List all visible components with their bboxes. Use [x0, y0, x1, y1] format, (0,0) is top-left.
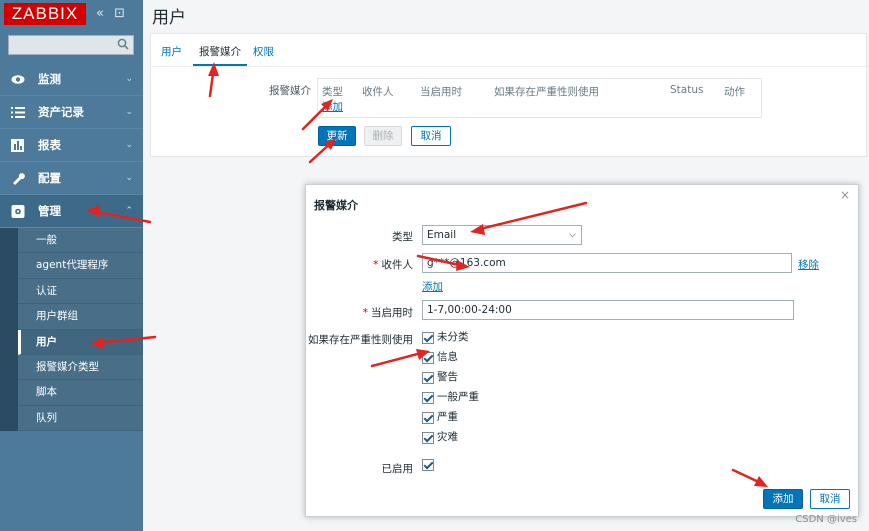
checkbox-checked[interactable]: [422, 371, 434, 384]
submenu-users[interactable]: 用户: [18, 329, 143, 355]
watermark: CSDN @ives: [795, 514, 857, 525]
severity-not-classified[interactable]: 未分类: [422, 331, 469, 345]
add-media-link[interactable]: 添加: [322, 99, 343, 114]
tab-media[interactable]: 报警媒介: [193, 44, 247, 66]
submenu-proxies[interactable]: agent代理程序: [18, 253, 143, 279]
chevron-down-icon: ⌄: [125, 140, 133, 150]
submenu-user-groups[interactable]: 用户群组: [18, 304, 143, 330]
checkbox-checked[interactable]: [422, 391, 434, 404]
logo-row: ZABBIX « ⊡: [0, 0, 143, 28]
list-icon: [11, 107, 25, 118]
media-table: 类型 收件人 当启用时 如果存在严重性则使用 Status 动作 添加: [317, 78, 762, 118]
when-active-input[interactable]: 1-7,00:00-24:00: [422, 300, 794, 320]
nav-label: 报表: [38, 138, 61, 152]
sidebar-controls: « ⊡: [96, 6, 131, 21]
nav-label: 监测: [38, 72, 61, 86]
column-header: Status: [670, 84, 704, 96]
submenu-general[interactable]: 一般: [18, 228, 143, 254]
severity-average[interactable]: 一般严重: [422, 391, 479, 405]
column-header: 类型: [322, 86, 343, 98]
nav-administration[interactable]: 管理 ⌃: [0, 195, 143, 228]
chevron-down-icon: ⌄: [125, 173, 133, 183]
checkbox-checked[interactable]: [422, 331, 434, 344]
submenu-authentication[interactable]: 认证: [18, 278, 143, 305]
tab-divider: [151, 66, 868, 67]
admin-submenu: 一般 agent代理程序 认证 用户群组 用户 报警媒介类型 脚本 队列: [0, 228, 143, 432]
main-nav: 监测 ⌄ 资产记录 ⌄ 报表 ⌄ 配置 ⌄ 管理 ⌃ 一般 agent代理程序 …: [0, 63, 143, 432]
bar-chart-icon: [11, 139, 24, 152]
nav-monitoring[interactable]: 监测 ⌄: [0, 63, 143, 96]
column-header: 如果存在严重性则使用: [494, 86, 599, 98]
when-active-label: * 当启用时: [362, 307, 413, 319]
page-title: 用户: [152, 8, 186, 28]
column-header: 当启用时: [420, 86, 462, 98]
dialog-cancel-button[interactable]: 取消: [810, 489, 850, 509]
dialog-title: 报警媒介: [314, 199, 358, 212]
checkbox-checked[interactable]: [422, 431, 434, 444]
close-icon[interactable]: ×: [840, 188, 850, 202]
update-button[interactable]: 更新: [318, 126, 356, 146]
type-label: 类型: [392, 231, 413, 243]
type-select[interactable]: Email ⌵: [422, 225, 582, 245]
collapse-sidebar-icon[interactable]: «: [96, 6, 104, 21]
chevron-down-icon: ⌵: [569, 230, 576, 240]
media-dialog: 报警媒介 × 类型 Email ⌵ * 收件人 g***@163.com 移除 添…: [305, 184, 859, 517]
chevron-down-icon: ⌄: [125, 107, 133, 117]
search-icon[interactable]: [117, 38, 129, 50]
submenu-scripts[interactable]: 脚本: [18, 380, 143, 406]
severity-information[interactable]: 信息: [422, 351, 458, 365]
user-form-panel: 用户 报警媒介 权限 报警媒介 类型 收件人 当启用时 如果存在严重性则使用 S…: [150, 33, 868, 157]
remove-link[interactable]: 移除: [798, 257, 819, 272]
media-label: 报警媒介: [269, 85, 311, 97]
sendto-input[interactable]: g***@163.com: [422, 253, 792, 273]
nav-inventory[interactable]: 资产记录 ⌄: [0, 96, 143, 129]
dialog-add-button[interactable]: 添加: [763, 489, 803, 509]
severity-label: 如果存在严重性则使用: [308, 334, 413, 346]
wrench-icon: [13, 173, 25, 185]
submenu-media-types[interactable]: 报警媒介类型: [18, 354, 143, 381]
submenu-queue[interactable]: 队列: [18, 405, 143, 432]
column-header: 收件人: [362, 86, 394, 98]
cancel-button[interactable]: 取消: [411, 126, 451, 146]
nav-label: 配置: [38, 171, 61, 185]
kiosk-mode-icon[interactable]: ⊡: [114, 6, 125, 21]
type-select-value: Email: [427, 229, 457, 241]
nav-label: 管理: [38, 204, 61, 218]
enabled-checkbox[interactable]: [422, 459, 437, 473]
severity-high[interactable]: 严重: [422, 411, 458, 425]
chevron-down-icon: ⌄: [125, 74, 133, 84]
enabled-label: 已启用: [381, 463, 414, 475]
chevron-up-icon: ⌃: [125, 206, 133, 216]
tab-permissions[interactable]: 权限: [253, 44, 274, 59]
sidebar: ZABBIX « ⊡ 监测 ⌄ 资产记录 ⌄ 报表 ⌄ 配置 ⌄ 管理 ⌃ 一般…: [0, 0, 143, 531]
eye-icon: [11, 75, 25, 84]
severity-warning[interactable]: 警告: [422, 371, 458, 385]
nav-reports[interactable]: 报表 ⌄: [0, 129, 143, 162]
severity-disaster[interactable]: 灾难: [422, 431, 458, 445]
checkbox-checked[interactable]: [422, 411, 434, 424]
zabbix-logo[interactable]: ZABBIX: [4, 3, 86, 25]
checkbox-checked[interactable]: [422, 459, 434, 471]
column-header: 动作: [724, 86, 745, 98]
gear-icon: [11, 205, 25, 218]
sendto-label: * 收件人: [373, 259, 413, 271]
nav-label: 资产记录: [38, 105, 84, 119]
search-input[interactable]: [8, 35, 134, 55]
delete-button[interactable]: 删除: [364, 126, 402, 146]
tab-user[interactable]: 用户: [161, 44, 182, 59]
nav-configuration[interactable]: 配置 ⌄: [0, 162, 143, 195]
add-recipient-link[interactable]: 添加: [422, 279, 443, 294]
checkbox-checked[interactable]: [422, 351, 434, 364]
